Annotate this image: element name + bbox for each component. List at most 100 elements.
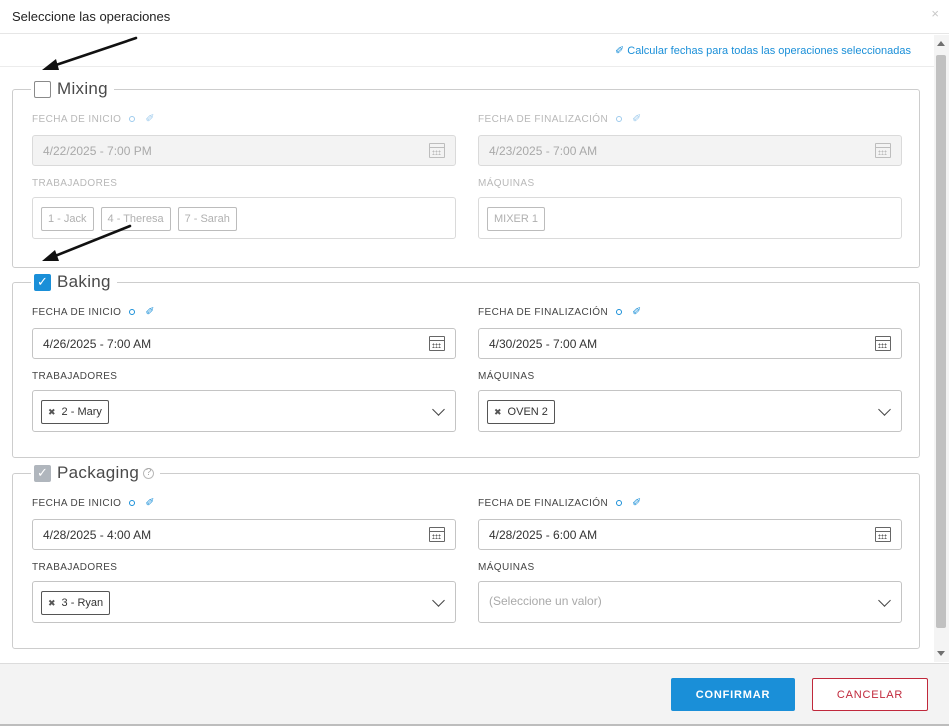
wand-icon: ✐ [615,45,625,57]
end-date-label: FECHA DE FINALIZACIÓN ✐ [478,305,642,318]
confirm-button[interactable]: CONFIRMAR [671,678,795,711]
start-date-value: 4/26/2025 - 7:00 AM [43,337,152,351]
info-dot-icon [616,500,623,507]
operation-mixing: Mixing FECHA DE INICIO ✐ 4/22/2025 - 7:00… [12,78,920,268]
machines-label: MÁQUINAS [478,371,535,382]
start-date-label-text: FECHA DE INICIO [32,114,122,125]
start-date-field[interactable]: 4/26/2025 - 7:00 AM [32,328,456,359]
calculate-dates-label: Calcular fechas para todas las operacion… [627,45,911,57]
machines-label: MÁQUINAS [478,178,535,189]
operation-checkbox-baking[interactable]: ✓ [34,273,51,291]
start-date-label-text: FECHA DE INICIO [32,307,122,318]
chevron-down-icon[interactable] [878,594,891,607]
scrollbar-thumb[interactable] [936,55,946,628]
operation-name: Baking [57,272,111,291]
dialog-title: Seleccione las operaciones [12,9,171,24]
operation-checkbox-mixing[interactable] [34,80,51,98]
start-date-value: 4/22/2025 - 7:00 PM [43,144,152,158]
calendar-icon[interactable] [429,527,445,542]
machines-select: MIXER 1 [478,197,902,239]
end-date-field[interactable]: 4/28/2025 - 6:00 AM [478,519,902,550]
wand-icon[interactable]: ✐ [632,497,642,509]
end-date-field[interactable]: 4/30/2025 - 7:00 AM [478,328,902,359]
operation-legend: ✓ Baking [31,271,117,293]
end-date-label-text: FECHA DE FINALIZACIÓN [478,114,609,125]
worker-tag: 7 - Sarah [177,207,237,231]
start-date-label: FECHA DE INICIO ✐ [32,496,155,509]
annotation-arrow [42,36,138,70]
workers-select[interactable]: ✖ 3 - Ryan [32,581,456,623]
worker-tag: ✖ 2 - Mary [41,400,109,424]
end-date-value: 4/23/2025 - 7:00 AM [489,144,598,158]
chevron-down-icon[interactable] [432,403,445,416]
start-date-label-text: FECHA DE INICIO [32,498,122,509]
calendar-icon [875,143,891,158]
machines-select[interactable]: ✖ OVEN 2 [478,390,902,432]
operation-packaging: ✓ Packaging ? FECHA DE INICIO ✐ 4/28/2025… [12,462,920,649]
end-date-label-text: FECHA DE FINALIZACIÓN [478,498,609,509]
remove-tag-icon[interactable]: ✖ [494,407,502,418]
dialog-title-bar: Seleccione las operaciones × [0,0,949,34]
dialog-footer: CONFIRMAR CANCELAR [0,663,949,724]
info-dot-icon [616,116,623,123]
end-date-label: FECHA DE FINALIZACIÓN ✐ [478,112,642,125]
dialog-body: ✐ Calcular fechas para todas las operacio… [0,35,934,662]
operations-dialog: Seleccione las operaciones × ✐ Calcular f… [0,0,949,726]
end-date-label-text: FECHA DE FINALIZACIÓN [478,307,609,318]
remove-tag-icon[interactable]: ✖ [48,598,56,609]
divider [0,66,934,67]
workers-label: TRABAJADORES [32,178,118,189]
calendar-icon[interactable] [875,527,891,542]
info-dot-icon [129,500,136,507]
info-dot-icon [129,309,136,316]
start-date-label: FECHA DE INICIO ✐ [32,112,155,125]
end-date-value: 4/30/2025 - 7:00 AM [489,337,598,351]
end-date-value: 4/28/2025 - 6:00 AM [489,528,598,542]
worker-tag-label: 2 - Mary [61,406,102,418]
machine-tag: ✖ OVEN 2 [487,400,555,424]
start-date-label: FECHA DE INICIO ✐ [32,305,155,318]
workers-label: TRABAJADORES [32,562,118,573]
info-dot-icon [129,116,136,123]
operation-baking: ✓ Baking FECHA DE INICIO ✐ 4/26/2025 - 7:… [12,271,920,458]
worker-tag-label: 3 - Ryan [61,597,104,609]
machine-tag-label: OVEN 2 [507,406,548,418]
machines-placeholder: (Seleccione un valor) [489,594,602,608]
scroll-down-arrow-icon[interactable] [937,651,945,656]
cancel-button[interactable]: CANCELAR [812,678,928,711]
info-dot-icon [616,309,623,316]
calendar-icon [429,143,445,158]
calendar-icon[interactable] [875,336,891,351]
end-date-field: 4/23/2025 - 7:00 AM [478,135,902,166]
machine-tag: MIXER 1 [487,207,546,231]
operation-name: Packaging [57,463,140,482]
annotation-arrow [42,224,132,261]
machines-label: MÁQUINAS [478,562,535,573]
wand-icon[interactable]: ✐ [632,306,642,318]
calendar-icon[interactable] [429,336,445,351]
help-icon[interactable]: ? [143,467,155,479]
chevron-down-icon[interactable] [878,403,891,416]
wand-icon[interactable]: ✐ [145,497,155,509]
calculate-dates-link[interactable]: ✐ Calcular fechas para todas las operacio… [615,44,911,57]
close-icon[interactable]: × [931,6,939,21]
vertical-scrollbar[interactable] [934,35,949,662]
machines-select[interactable]: (Seleccione un valor) [478,581,902,623]
operation-legend: Mixing [31,78,114,100]
start-date-field: 4/22/2025 - 7:00 PM [32,135,456,166]
operation-legend: ✓ Packaging ? [31,462,161,484]
start-date-value: 4/28/2025 - 4:00 AM [43,528,152,542]
start-date-field[interactable]: 4/28/2025 - 4:00 AM [32,519,456,550]
worker-tag: ✖ 3 - Ryan [41,591,111,615]
operation-name: Mixing [57,79,108,98]
workers-select[interactable]: ✖ 2 - Mary [32,390,456,432]
remove-tag-icon[interactable]: ✖ [48,407,56,418]
wand-icon[interactable]: ✐ [145,113,155,125]
wand-icon[interactable]: ✐ [145,306,155,318]
scroll-up-arrow-icon[interactable] [937,41,945,46]
chevron-down-icon[interactable] [432,594,445,607]
workers-label: TRABAJADORES [32,371,118,382]
end-date-label: FECHA DE FINALIZACIÓN ✐ [478,496,642,509]
operation-checkbox-packaging[interactable]: ✓ [34,464,51,482]
wand-icon[interactable]: ✐ [632,113,642,125]
